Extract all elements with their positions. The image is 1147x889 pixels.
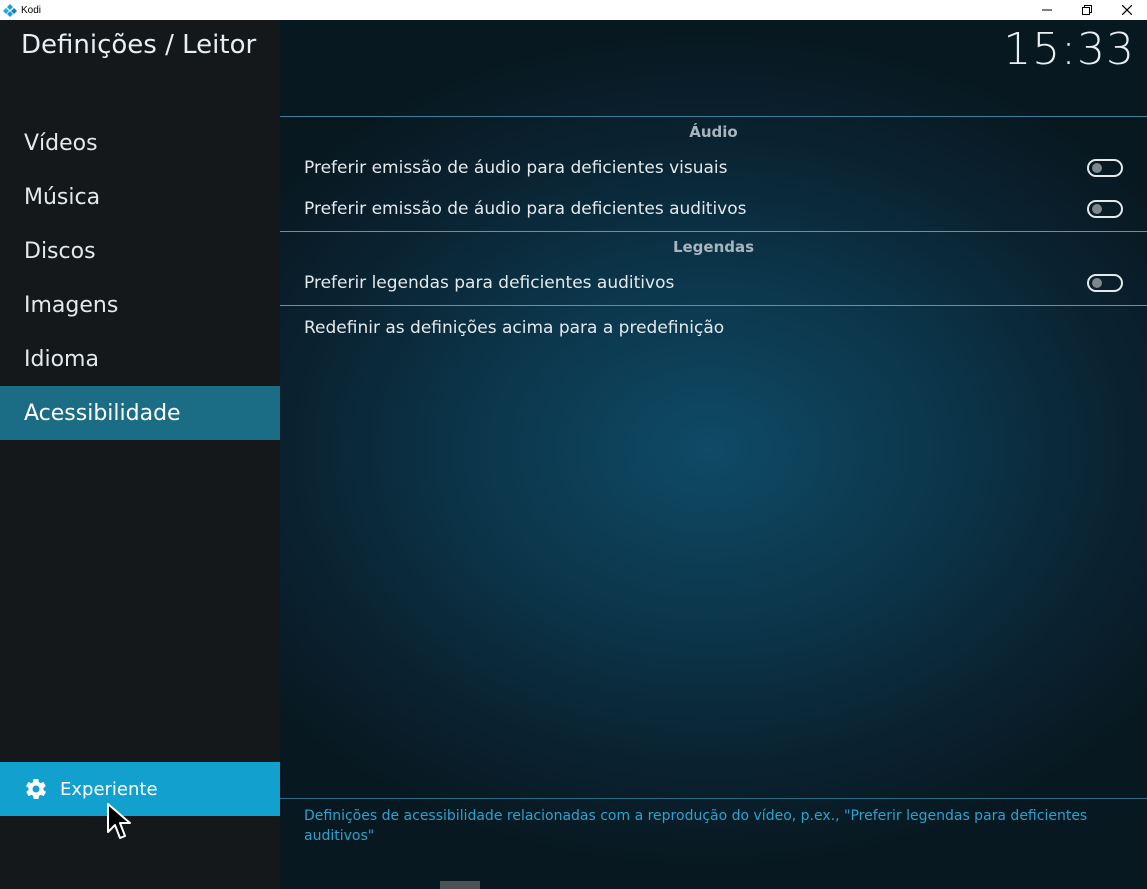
kodi-logo-icon xyxy=(3,4,17,17)
restore-icon xyxy=(1082,5,1092,15)
group-header-subtitles: Legendas xyxy=(672,238,755,256)
close-icon xyxy=(1122,5,1132,15)
minimize-button[interactable] xyxy=(1027,0,1067,20)
window-titlebar: Kodi xyxy=(0,0,1147,20)
setting-description: Definições de acessibilidade relacionada… xyxy=(304,808,1088,844)
settings-level-label: Experiente xyxy=(60,778,158,800)
setting-audio-visually-impaired[interactable]: Preferir emissão de áudio para deficient… xyxy=(280,147,1147,188)
restore-button[interactable] xyxy=(1067,0,1107,20)
toggle-knob xyxy=(1092,203,1102,214)
toggle-knob xyxy=(1092,277,1102,288)
settings-list: Áudio Preferir emissão de áudio para def… xyxy=(280,117,1147,350)
sidebar-item-music[interactable]: Música xyxy=(0,170,280,224)
page-title: Definições / Leitor xyxy=(21,30,257,60)
setting-label: Preferir emissão de áudio para deficient… xyxy=(304,198,747,219)
window-title: Kodi xyxy=(21,4,42,16)
toggle-switch[interactable] xyxy=(1087,158,1123,177)
toggle-switch[interactable] xyxy=(1087,199,1123,218)
gear-icon xyxy=(26,779,46,799)
minimize-icon xyxy=(1042,9,1052,11)
sidebar-item-discs[interactable]: Discos xyxy=(0,224,280,278)
sidebar-item-pictures[interactable]: Imagens xyxy=(0,278,280,332)
sidebar-item-language[interactable]: Idioma xyxy=(0,332,280,386)
setting-label: Preferir legendas para deficientes audit… xyxy=(304,272,675,293)
toggle-switch[interactable] xyxy=(1087,273,1123,292)
setting-subtitles-hearing-impaired[interactable]: Preferir legendas para deficientes audit… xyxy=(280,262,1147,303)
mouse-pointer-icon xyxy=(107,803,131,839)
sidebar-item-accessibility[interactable]: Acessibilidade xyxy=(0,386,280,440)
setting-audio-hearing-impaired[interactable]: Preferir emissão de áudio para deficient… xyxy=(280,188,1147,229)
group-header-audio: Áudio xyxy=(689,123,738,141)
sidebar: Definições / Leitor Vídeos Música Discos… xyxy=(0,20,280,889)
settings-level-button[interactable]: Experiente xyxy=(0,762,280,816)
bottom-scroll-indicator xyxy=(440,881,480,889)
close-button[interactable] xyxy=(1107,0,1147,20)
settings-panel: 15:33 Áudio Preferir emissão de áudio pa… xyxy=(280,20,1147,889)
category-list: Vídeos Música Discos Imagens Idioma Aces… xyxy=(0,116,280,440)
sidebar-item-videos[interactable]: Vídeos xyxy=(0,116,280,170)
description-divider xyxy=(280,798,1147,799)
reset-settings-button[interactable]: Redefinir as definições acima para a pre… xyxy=(280,306,1147,350)
kodi-app: Definições / Leitor Vídeos Música Discos… xyxy=(0,20,1147,889)
toggle-knob xyxy=(1092,162,1102,173)
window-controls xyxy=(1027,0,1147,20)
setting-label: Preferir emissão de áudio para deficient… xyxy=(304,157,728,178)
clock: 15:33 xyxy=(1003,24,1135,75)
